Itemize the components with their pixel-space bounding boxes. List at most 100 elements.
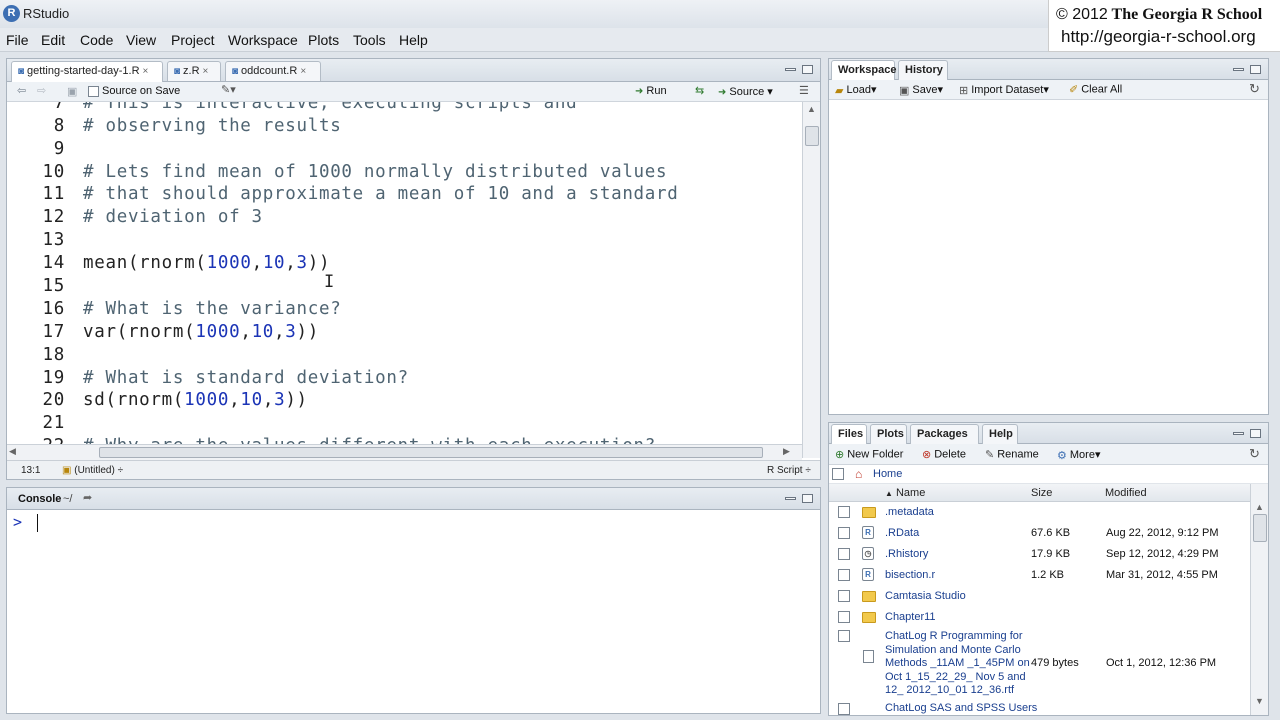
row-checkbox[interactable] (838, 569, 850, 581)
row-checkbox[interactable] (838, 548, 850, 560)
tab-z-r[interactable]: ◙ z.R × (167, 61, 221, 81)
tab-packages[interactable]: Packages (910, 424, 979, 444)
clear-all-button[interactable]: ✐ Clear All (1069, 83, 1122, 96)
row-checkbox[interactable] (838, 506, 850, 518)
file-size: 67.6 KB (1031, 527, 1071, 539)
column-size[interactable]: Size (1031, 487, 1052, 499)
scroll-up-icon[interactable]: ▲ (1255, 502, 1264, 512)
row-checkbox[interactable] (838, 703, 850, 715)
menu-workspace[interactable]: Workspace (228, 32, 298, 48)
menu-file[interactable]: File (6, 32, 29, 48)
column-name[interactable]: ▲ Name (885, 487, 925, 499)
minimize-icon[interactable] (1233, 432, 1244, 435)
scroll-up-icon[interactable]: ▲ (807, 104, 816, 114)
filetype-selector[interactable]: R Script ÷ (767, 465, 811, 476)
maximize-icon[interactable] (1250, 65, 1261, 74)
maximize-icon[interactable] (1250, 429, 1261, 438)
file-name[interactable]: ChatLog SAS and SPSS Users (885, 702, 1037, 714)
file-row[interactable]: ChatLog R Programming for Simulation and… (829, 628, 1249, 700)
maximize-icon[interactable] (802, 494, 813, 503)
file-name[interactable]: .metadata (885, 506, 934, 518)
maximize-icon[interactable] (802, 65, 813, 74)
forward-arrow-icon[interactable]: ⇨ (37, 84, 46, 97)
close-icon[interactable]: × (300, 66, 306, 77)
file-name[interactable]: ChatLog R Programming for Simulation and… (885, 630, 1030, 698)
column-modified[interactable]: Modified (1105, 487, 1147, 499)
menu-project[interactable]: Project (171, 32, 215, 48)
row-checkbox[interactable] (838, 527, 850, 539)
tab-files[interactable]: Files (831, 424, 867, 446)
run-button[interactable]: ➜ Run (635, 85, 667, 97)
file-row[interactable]: R bisection.r 1.2 KB Mar 31, 2012, 4:55 … (829, 565, 1249, 586)
tab-history[interactable]: History (898, 60, 948, 80)
editor-vertical-scrollbar[interactable]: ▲ (802, 102, 820, 458)
editor-horizontal-scrollbar[interactable]: ◀ ▶ (7, 444, 802, 460)
menu-plots[interactable]: Plots (308, 32, 339, 48)
minimize-icon[interactable] (785, 497, 796, 500)
tab-getting-started-day-1[interactable]: ◙ getting-started-day-1.R × (11, 61, 163, 83)
tab-help[interactable]: Help (982, 424, 1018, 444)
close-icon[interactable]: × (203, 66, 209, 77)
select-all-checkbox[interactable] (832, 468, 844, 480)
file-name[interactable]: .Rhistory (885, 548, 928, 560)
menu-edit[interactable]: Edit (41, 32, 65, 48)
minimize-icon[interactable] (1233, 68, 1244, 71)
file-name[interactable]: bisection.r (885, 569, 935, 581)
line-number: 8 (53, 116, 65, 136)
scrollbar-thumb[interactable] (1253, 514, 1267, 542)
close-icon[interactable]: × (143, 66, 149, 77)
tab-plots[interactable]: Plots (870, 424, 907, 444)
scroll-down-icon[interactable]: ▼ (1255, 696, 1264, 706)
console-output[interactable]: > (7, 510, 820, 713)
outline-list-icon[interactable]: ☰ (799, 84, 809, 97)
row-checkbox[interactable] (838, 611, 850, 623)
new-folder-label: New Folder (847, 448, 904, 461)
file-row[interactable]: R .RData 67.6 KB Aug 22, 2012, 9:12 PM (829, 523, 1249, 544)
refresh-icon[interactable]: ↻ (1249, 446, 1260, 462)
menu-code[interactable]: Code (80, 32, 113, 48)
row-checkbox[interactable] (838, 590, 850, 602)
back-arrow-icon[interactable]: ⇦ (17, 84, 26, 97)
files-vertical-scrollbar[interactable]: ▲ ▼ (1250, 484, 1268, 715)
load-button[interactable]: ▰ Load▾ (835, 83, 876, 97)
file-row[interactable]: .metadata (829, 502, 1249, 523)
h-scrollbar-thumb[interactable] (99, 447, 763, 458)
rename-button[interactable]: ✎ Rename (985, 448, 1039, 461)
code-area[interactable]: 7 # This is interactive, executing scrip… (7, 102, 802, 458)
files-column-header: ▲ Name Size Modified (829, 484, 1268, 502)
save-button[interactable]: ▣ Save▾ (899, 83, 943, 97)
scroll-left-icon[interactable]: ◀ (9, 446, 16, 457)
import-dataset-button[interactable]: ⊞ Import Dataset▾ (959, 83, 1049, 97)
more-button[interactable]: ⚙ More▾ (1057, 448, 1100, 462)
scope-indicator[interactable]: ▣ (Untitled) ÷ (62, 465, 123, 476)
row-checkbox[interactable] (838, 630, 850, 642)
breadcrumb-home[interactable]: Home (873, 468, 902, 480)
save-icon[interactable]: ▣ (67, 85, 77, 98)
source-on-save-toggle[interactable]: Source on Save (88, 85, 180, 97)
file-name[interactable]: Camtasia Studio (885, 590, 966, 602)
menu-tools[interactable]: Tools (353, 32, 386, 48)
delete-button[interactable]: ⊗ Delete (922, 448, 966, 461)
file-name[interactable]: .RData (885, 527, 919, 539)
scroll-right-icon[interactable]: ▶ (783, 446, 790, 457)
menu-view[interactable]: View (126, 32, 156, 48)
menu-help[interactable]: Help (399, 32, 428, 48)
minimize-icon[interactable] (785, 68, 796, 71)
console-caret (37, 514, 38, 532)
tab-label: getting-started-day-1.R (27, 65, 140, 77)
refresh-icon[interactable]: ↻ (1249, 81, 1260, 97)
file-row[interactable]: Chapter11 (829, 607, 1249, 628)
tab-workspace[interactable]: Workspace (831, 60, 897, 82)
file-row[interactable]: ◷ .Rhistory 17.9 KB Sep 12, 2012, 4:29 P… (829, 544, 1249, 565)
go-to-directory-icon[interactable]: ➦ (83, 491, 92, 504)
scrollbar-thumb[interactable] (805, 126, 819, 146)
code-tools-wand-icon[interactable]: ✎▾ (221, 83, 236, 96)
new-folder-button[interactable]: ⊕ New Folder (835, 448, 903, 461)
rerun-icon[interactable]: ⇆ (695, 84, 704, 97)
tab-oddcount[interactable]: ◙ oddcount.R × (225, 61, 321, 81)
file-row[interactable]: ChatLog SAS and SPSS Users (829, 701, 1249, 715)
file-name[interactable]: Chapter11 (885, 611, 936, 623)
source-button[interactable]: ➜ Source ▾ (718, 85, 773, 98)
home-icon[interactable]: ⌂ (855, 467, 862, 481)
file-row[interactable]: Camtasia Studio (829, 586, 1249, 607)
